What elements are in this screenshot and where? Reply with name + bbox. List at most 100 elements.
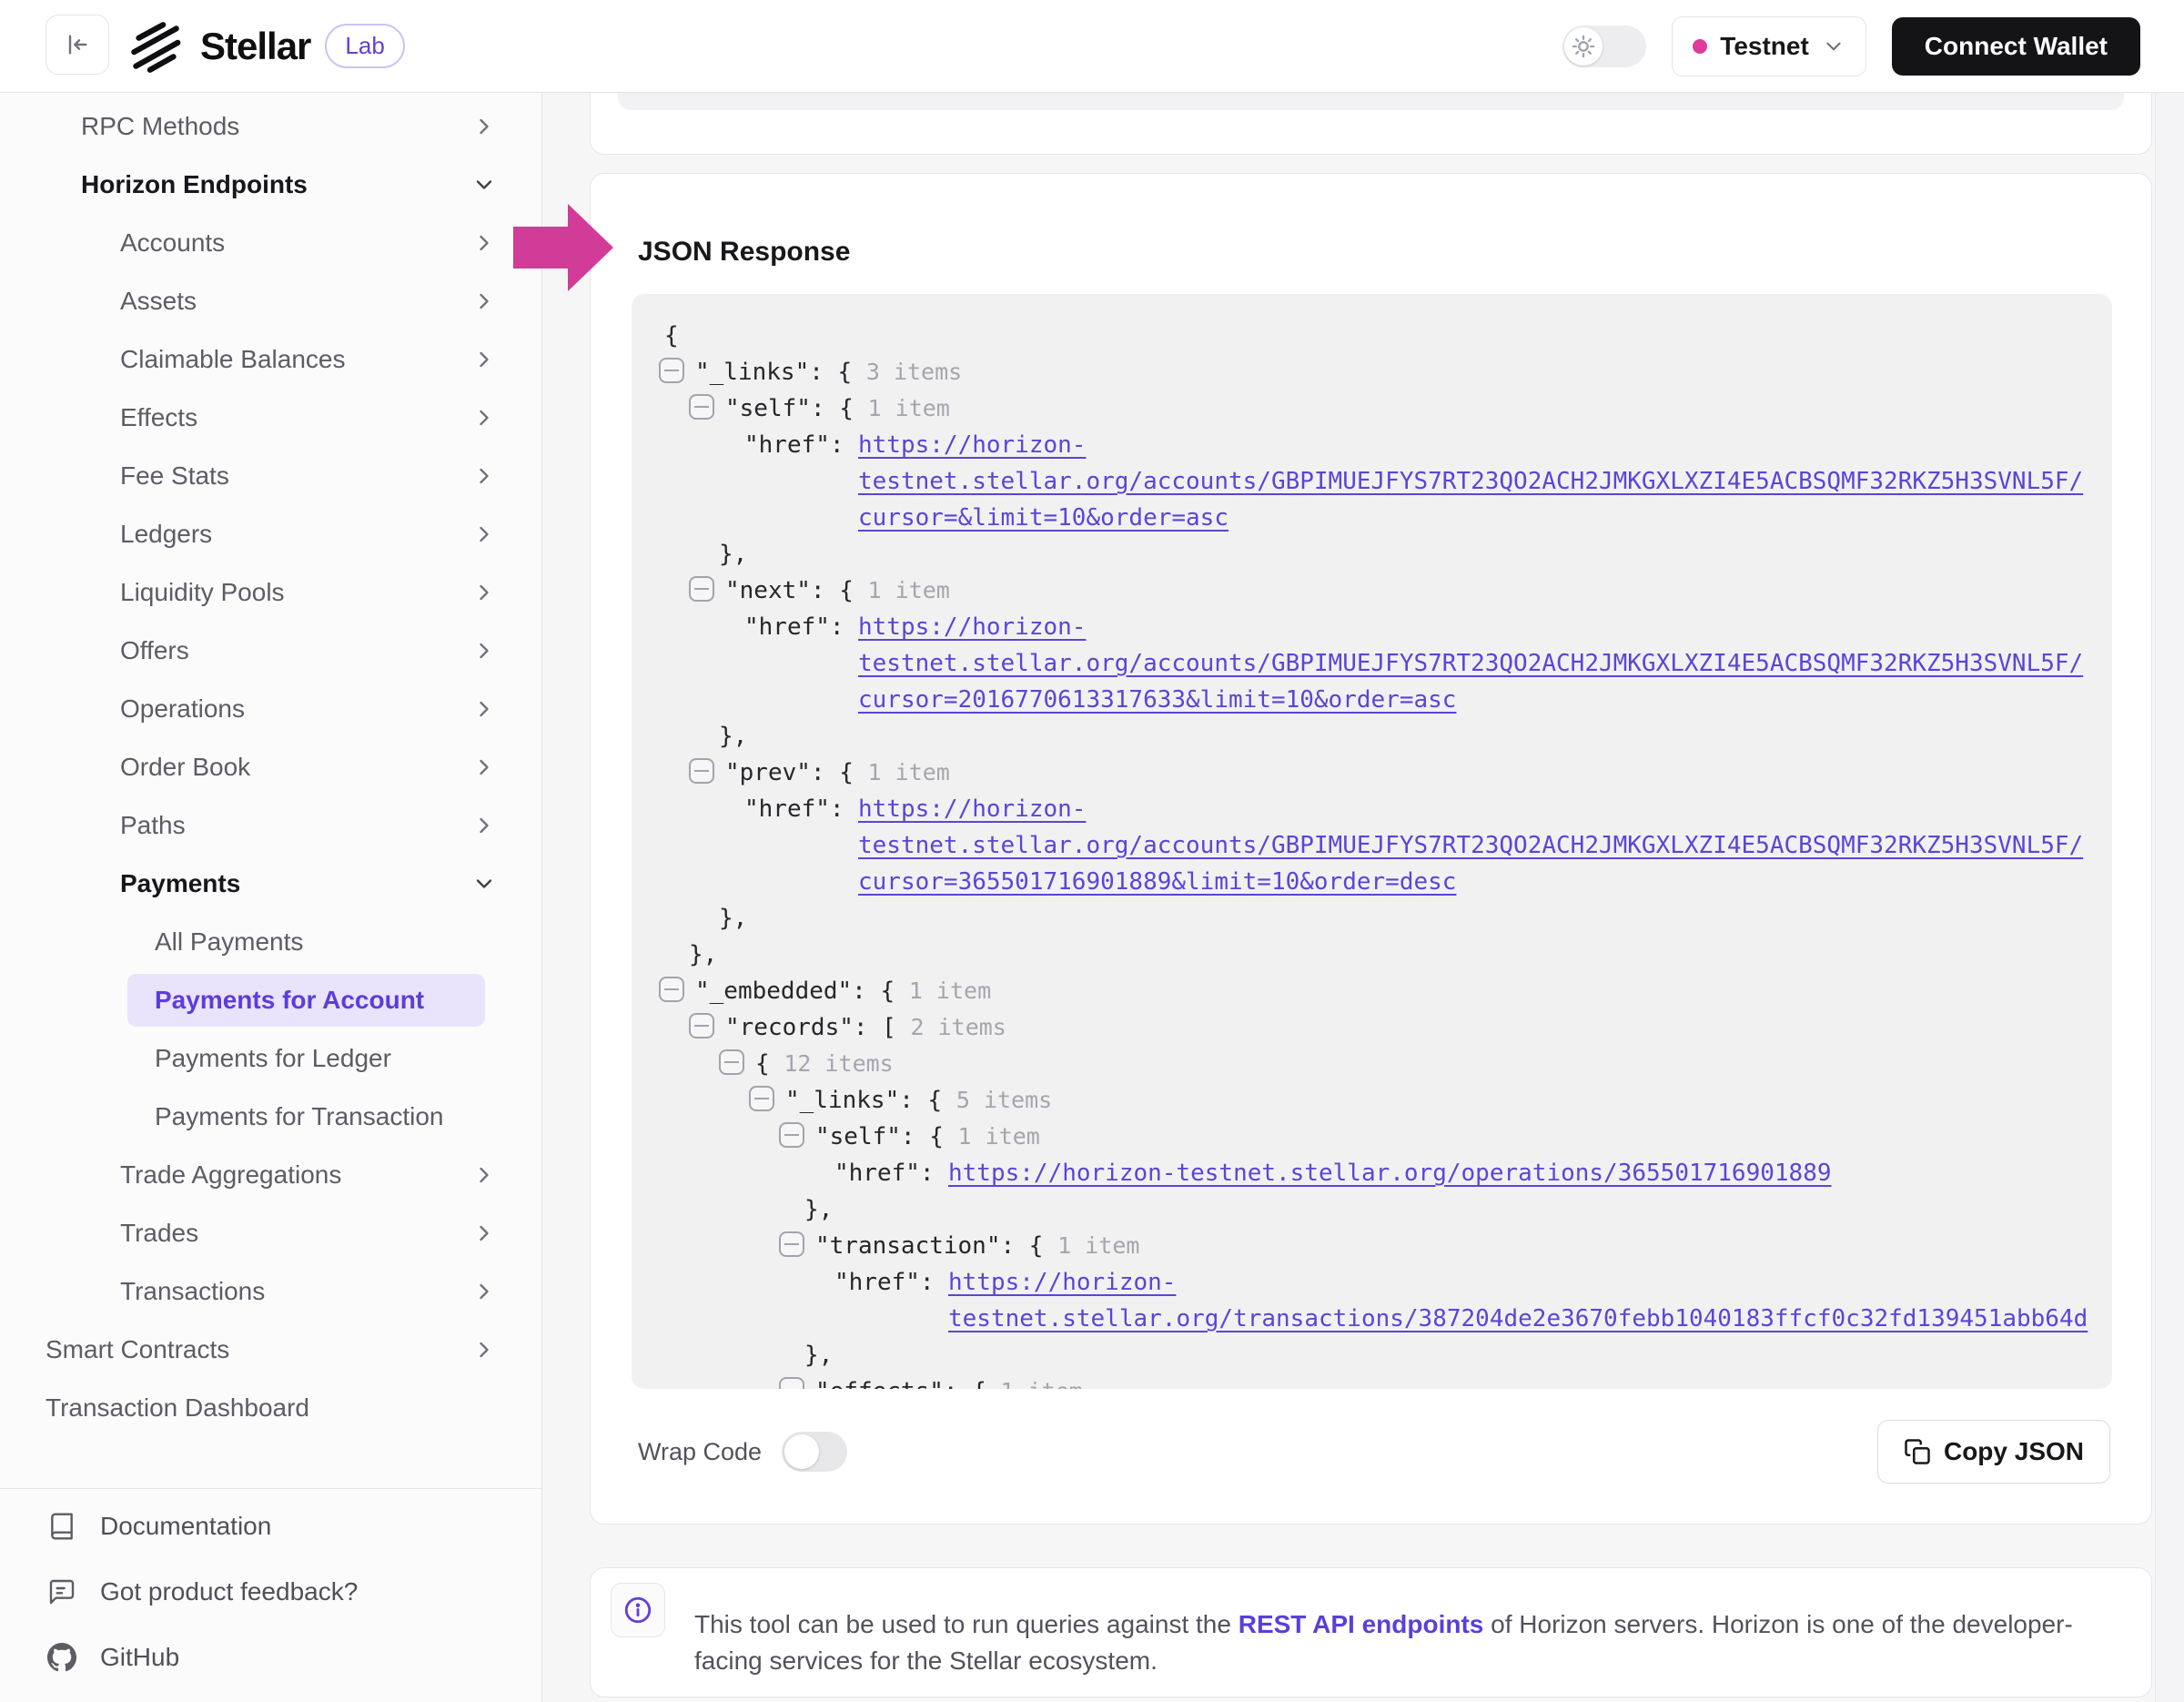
json-item-count: 1 item	[1057, 1232, 1139, 1259]
json-href-link[interactable]: https://horizon-	[858, 427, 1086, 463]
app-root: Stellar Lab Testnet	[0, 0, 2184, 1702]
json-href-link[interactable]: testnet.stellar.org/transactions/387204d…	[948, 1301, 2088, 1337]
collapse-toggle-icon[interactable]	[779, 1377, 804, 1389]
collapse-toggle-icon[interactable]	[659, 358, 684, 383]
sidebar-item-rpc-methods[interactable]: RPC Methods	[0, 97, 541, 156]
sidebar-item-assets[interactable]: Assets	[0, 272, 541, 330]
json-line: cursor=2016770613317633&limit=10&order=a…	[659, 682, 2112, 718]
sidebar-item-offers[interactable]: Offers	[0, 622, 541, 680]
json-line: "href": https://horizon-	[659, 1264, 2112, 1301]
json-line: testnet.stellar.org/accounts/GBPIMUEJFYS…	[659, 645, 2112, 682]
sidebar-collapse-button[interactable]	[46, 15, 109, 75]
collapse-toggle-icon[interactable]	[779, 1231, 804, 1257]
sidebar-nav: RPC Methods Horizon Endpoints Accounts Asse…	[0, 97, 541, 1437]
sidebar-item-label: Horizon Endpoints	[81, 170, 308, 198]
sidebar-item-liquidity-pools[interactable]: Liquidity Pools	[0, 563, 541, 622]
json-item-count: 1 item	[868, 759, 950, 785]
wrap-code-toggle[interactable]	[782, 1432, 847, 1472]
json-line: "_links": { 3 items	[659, 354, 2112, 390]
json-item-count: 1 item	[868, 395, 950, 421]
sidebar-item-transaction-dashboard[interactable]: Transaction Dashboard	[0, 1379, 541, 1437]
copy-icon	[1904, 1438, 1931, 1465]
chevron-right-icon	[471, 522, 497, 547]
sidebar-item-horizon-endpoints[interactable]: Horizon Endpoints	[0, 156, 541, 214]
network-status-dot	[1693, 39, 1707, 54]
sidebar-item-label: Transaction Dashboard	[46, 1393, 309, 1422]
sidebar-item-label: Assets	[120, 287, 197, 315]
chevron-right-icon	[471, 347, 497, 372]
request-card-code-area	[618, 92, 2124, 110]
sidebar-footer-got-product-feedback-[interactable]: Got product feedback?	[0, 1559, 541, 1625]
json-href-link[interactable]: https://horizon-testnet.stellar.org/oper…	[948, 1155, 1832, 1191]
sidebar-item-all-payments[interactable]: All Payments	[0, 913, 541, 971]
network-select[interactable]: Testnet	[1672, 16, 1866, 76]
sidebar-item-label: Smart Contracts	[46, 1335, 229, 1363]
json-item-count: 1 item	[868, 577, 950, 603]
sidebar-item-fee-stats[interactable]: Fee Stats	[0, 447, 541, 505]
sidebar-item-ledgers[interactable]: Ledgers	[0, 505, 541, 563]
json-href-link[interactable]: https://horizon-	[858, 791, 1086, 827]
collapse-toggle-icon[interactable]	[689, 1013, 714, 1038]
sidebar-footer-documentation[interactable]: Documentation	[0, 1494, 541, 1559]
json-href-link[interactable]: https://horizon-	[858, 609, 1086, 645]
json-card-footer: Wrap Code Copy JSON	[638, 1419, 2110, 1484]
json-href-link[interactable]: testnet.stellar.org/accounts/GBPIMUEJFYS…	[858, 645, 2083, 682]
collapse-toggle-icon[interactable]	[719, 1049, 744, 1075]
sidebar-item-transactions[interactable]: Transactions	[0, 1262, 541, 1321]
brand-logo[interactable]: Stellar Lab	[126, 0, 405, 92]
chevron-right-icon	[471, 813, 497, 838]
json-key: "self": {	[725, 395, 868, 422]
json-line: "href": https://horizon-testnet.stellar.…	[659, 1155, 2112, 1191]
collapse-toggle-icon[interactable]	[749, 1086, 774, 1111]
copy-json-button[interactable]: Copy JSON	[1877, 1420, 2110, 1484]
json-href-link[interactable]: cursor=&limit=10&order=asc	[858, 500, 1228, 536]
json-href-link[interactable]: cursor=2016770613317633&limit=10&order=a…	[858, 682, 1456, 718]
top-header: Stellar Lab Testnet	[0, 0, 2184, 93]
json-viewer: {"_links": { 3 items"self": { 1 item"hre…	[632, 294, 2112, 1389]
rest-api-endpoints-link[interactable]: REST API endpoints	[1239, 1610, 1484, 1638]
json-punctuation: },	[719, 723, 747, 750]
sidebar-item-trade-aggregations[interactable]: Trade Aggregations	[0, 1146, 541, 1204]
json-item-count: 1 item	[1001, 1378, 1083, 1389]
collapse-toggle-icon[interactable]	[689, 394, 714, 420]
sidebar-item-payments-for-account[interactable]: Payments for Account	[0, 971, 541, 1029]
wrap-code-group: Wrap Code	[638, 1432, 847, 1472]
sidebar-item-payments-for-ledger[interactable]: Payments for Ledger	[0, 1029, 541, 1088]
json-key: "prev": {	[725, 759, 868, 786]
theme-toggle[interactable]	[1562, 25, 1646, 67]
sidebar-item-paths[interactable]: Paths	[0, 796, 541, 855]
json-key: "self": {	[815, 1123, 958, 1150]
json-line: "self": { 1 item	[659, 1119, 2112, 1155]
json-href-link[interactable]: cursor=365501716901889&limit=10&order=de…	[858, 864, 1456, 900]
collapse-toggle-icon[interactable]	[659, 977, 684, 1002]
sidebar-footer-github[interactable]: GitHub	[0, 1625, 541, 1690]
sidebar-item-label: Payments for Ledger	[155, 1044, 391, 1072]
collapse-toggle-icon[interactable]	[689, 576, 714, 602]
json-key: "_links": {	[695, 359, 866, 386]
collapse-toggle-icon[interactable]	[689, 758, 714, 784]
sidebar-item-smart-contracts[interactable]: Smart Contracts	[0, 1321, 541, 1379]
connect-wallet-button[interactable]: Connect Wallet	[1892, 17, 2140, 76]
json-line: },	[659, 900, 2112, 937]
scrollbar-gutter[interactable]	[2155, 92, 2184, 1702]
sidebar-item-operations[interactable]: Operations	[0, 680, 541, 738]
sidebar-item-label: Paths	[120, 811, 186, 839]
json-item-count: 2 items	[911, 1014, 1006, 1040]
info-text-before: This tool can be used to run queries aga…	[694, 1610, 1239, 1638]
sidebar-item-accounts[interactable]: Accounts	[0, 214, 541, 272]
json-item-count: 5 items	[956, 1087, 1052, 1113]
collapse-toggle-icon[interactable]	[779, 1122, 804, 1148]
sidebar-item-trades[interactable]: Trades	[0, 1204, 541, 1262]
json-href-link[interactable]: https://horizon-	[948, 1264, 1176, 1301]
json-href-link[interactable]: testnet.stellar.org/accounts/GBPIMUEJFYS…	[858, 463, 2083, 500]
sidebar-item-payments-for-transaction[interactable]: Payments for Transaction	[0, 1088, 541, 1146]
sidebar-item-payments[interactable]: Payments	[0, 855, 541, 913]
sidebar-item-effects[interactable]: Effects	[0, 389, 541, 447]
sidebar-item-label: Claimable Balances	[120, 345, 345, 373]
sidebar-item-label: Payments for Transaction	[155, 1102, 443, 1130]
json-line: "next": { 1 item	[659, 572, 2112, 609]
sidebar-item-order-book[interactable]: Order Book	[0, 738, 541, 796]
sidebar-item-claimable-balances[interactable]: Claimable Balances	[0, 330, 541, 389]
json-href-link[interactable]: testnet.stellar.org/accounts/GBPIMUEJFYS…	[858, 827, 2083, 864]
sidebar-item-label: Order Book	[120, 753, 250, 781]
